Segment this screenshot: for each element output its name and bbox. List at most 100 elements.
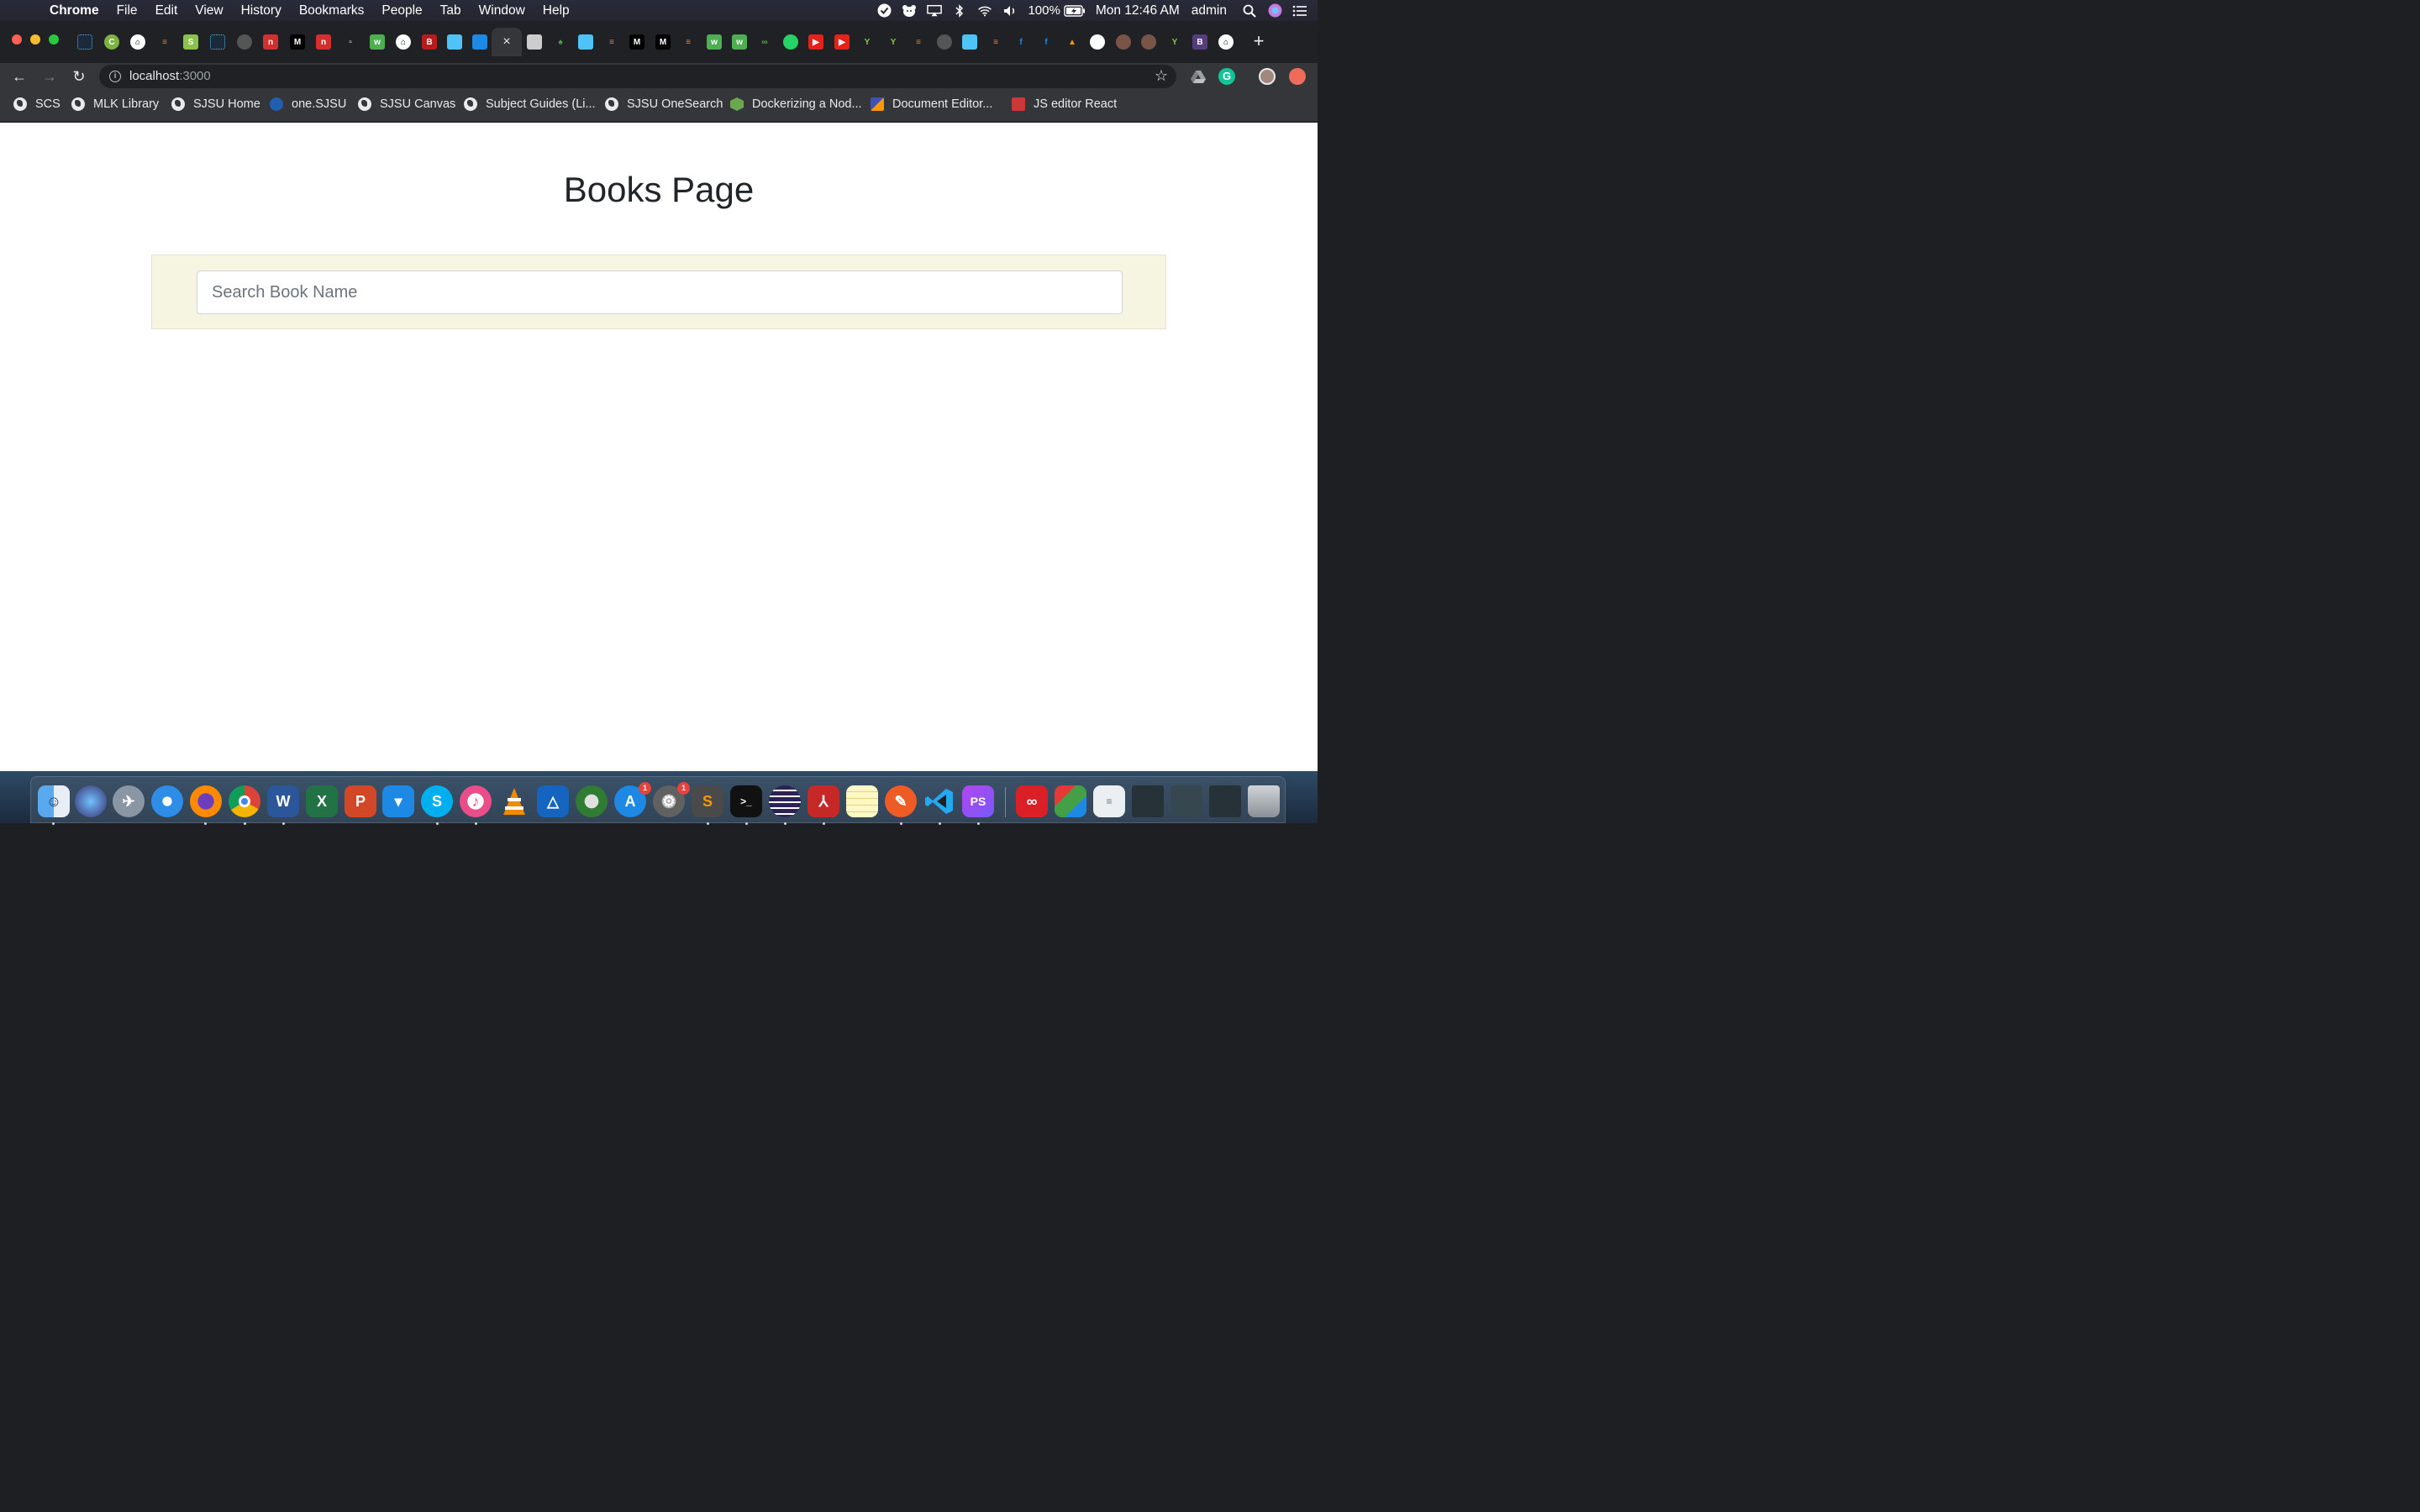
siri-icon[interactable]: [75, 785, 107, 817]
reload-icon[interactable]: ↻: [70, 67, 88, 86]
tab-favicon[interactable]: Y: [860, 34, 875, 50]
tab-favicon[interactable]: [1090, 34, 1105, 50]
menu-bookmarks[interactable]: Bookmarks: [299, 3, 365, 18]
tab-youtube-icon[interactable]: ▶: [834, 34, 850, 50]
system-preferences-icon[interactable]: ⚙ 1: [653, 782, 690, 817]
safari-icon[interactable]: [151, 785, 183, 817]
tab-favicon[interactable]: [962, 34, 977, 50]
notes-icon[interactable]: [846, 785, 878, 817]
window-close-button[interactable]: [12, 34, 22, 45]
tab-favicon[interactable]: w: [707, 34, 722, 50]
bookmark-star-icon[interactable]: ☆: [1155, 67, 1168, 85]
tab-medium-icon[interactable]: M: [290, 34, 305, 50]
tab-favicon[interactable]: n: [263, 34, 278, 50]
bookmark-item[interactable]: SJSU Canvas: [358, 97, 455, 111]
tab-favicon[interactable]: ▲: [1065, 34, 1080, 50]
extension-icon[interactable]: [1289, 68, 1306, 85]
powerpoint-icon[interactable]: P: [345, 785, 376, 817]
menu-tab[interactable]: Tab: [440, 3, 461, 18]
phpstorm-icon[interactable]: PS: [962, 785, 994, 817]
bookmark-item[interactable]: Dockerizing a Nod...: [730, 97, 862, 111]
tab-whatsapp-icon[interactable]: [783, 34, 798, 50]
firefox-icon[interactable]: [190, 785, 222, 817]
launchpad-icon[interactable]: ✈: [113, 785, 145, 817]
tab-github-icon[interactable]: ⌂: [130, 34, 145, 50]
document-file-icon[interactable]: ≡: [1093, 785, 1125, 817]
tab-favicon[interactable]: w: [732, 34, 747, 50]
tab-favicon[interactable]: ▫: [343, 34, 358, 50]
app-store-icon[interactable]: A1: [614, 782, 651, 817]
finder-icon[interactable]: ☺: [38, 785, 70, 817]
profile-avatar[interactable]: [1259, 68, 1276, 85]
bluetooth-icon[interactable]: [952, 3, 967, 18]
eclipse-icon[interactable]: [769, 785, 801, 817]
bookmark-item[interactable]: Document Editor...: [871, 97, 992, 111]
chrome-icon[interactable]: [229, 785, 260, 817]
menu-app-name[interactable]: Chrome: [50, 3, 99, 18]
notification-center-icon[interactable]: [1292, 4, 1307, 18]
tab-github-icon[interactable]: ⌂: [396, 34, 411, 50]
wifi-icon[interactable]: [977, 4, 992, 18]
postman-icon[interactable]: ✎: [885, 785, 917, 817]
tab-youtube-icon[interactable]: ▶: [808, 34, 823, 50]
tab-favicon[interactable]: [578, 34, 593, 50]
menu-view[interactable]: View: [195, 3, 223, 18]
google-drive-extension-icon[interactable]: [1190, 68, 1207, 85]
tab-favicon[interactable]: Y: [886, 34, 901, 50]
volume-icon[interactable]: [1002, 4, 1018, 18]
bookmark-item[interactable]: SJSU Home: [171, 97, 260, 111]
tab-favicon[interactable]: [1141, 34, 1156, 50]
window-thumbnail[interactable]: [1132, 785, 1164, 817]
siri-icon[interactable]: [1267, 3, 1282, 18]
creative-cloud-icon[interactable]: ∞: [1016, 785, 1048, 817]
tab-favicon[interactable]: C: [104, 34, 119, 50]
window-zoom-button[interactable]: [49, 34, 59, 45]
tab-stackoverflow-icon[interactable]: ≡: [988, 34, 1003, 50]
active-tab-close-icon[interactable]: ×: [492, 28, 522, 56]
trash-icon[interactable]: [1248, 785, 1280, 817]
itunes-icon[interactable]: ♪: [460, 785, 492, 817]
sublime-text-icon[interactable]: S: [692, 785, 723, 817]
tab-favicon[interactable]: S: [183, 34, 198, 50]
menu-window[interactable]: Window: [479, 3, 525, 18]
keynote-icon[interactable]: ▾: [382, 785, 414, 817]
bookmark-item[interactable]: SJSU OneSearch: [605, 97, 723, 111]
address-bar[interactable]: i localhost:3000 ☆: [99, 65, 1176, 88]
tab-stackoverflow-icon[interactable]: ≡: [681, 34, 696, 50]
menu-bar-clock[interactable]: Mon 12:46 AM: [1096, 3, 1180, 18]
tab-favicon[interactable]: [1116, 34, 1131, 50]
window-minimize-button[interactable]: [30, 34, 40, 45]
menu-edit[interactable]: Edit: [155, 3, 178, 18]
bear-status-icon[interactable]: [902, 4, 917, 18]
new-tab-plus-icon[interactable]: +: [1250, 32, 1267, 50]
forward-arrow-icon[interactable]: →: [40, 67, 59, 86]
book-search-input[interactable]: [197, 270, 1123, 314]
tab-favicon[interactable]: w: [370, 34, 385, 50]
address-url[interactable]: localhost:3000: [129, 69, 211, 83]
tab-favicon[interactable]: ∞: [757, 34, 772, 50]
back-arrow-icon[interactable]: ←: [10, 67, 29, 86]
network-app-icon[interactable]: [576, 785, 608, 817]
airplay-icon[interactable]: [927, 4, 943, 18]
menu-people[interactable]: People: [381, 3, 422, 18]
site-info-icon[interactable]: i: [109, 71, 121, 82]
tab-stackoverflow-icon[interactable]: ≡: [604, 34, 619, 50]
excel-icon[interactable]: X: [306, 785, 338, 817]
vlc-icon[interactable]: [498, 785, 530, 817]
battery-percentage[interactable]: 100%: [1028, 3, 1060, 18]
tab-favicon[interactable]: [77, 34, 92, 50]
tab-favicon[interactable]: B: [422, 34, 437, 50]
menu-bar-user[interactable]: admin: [1192, 3, 1227, 18]
bookmark-item[interactable]: Subject Guides (Li...: [464, 97, 596, 111]
tab-favicon[interactable]: n: [316, 34, 331, 50]
terminal-icon[interactable]: >_: [730, 785, 762, 817]
tab-favicon[interactable]: Y: [1167, 34, 1182, 50]
acrobat-icon[interactable]: ⅄: [808, 785, 839, 817]
bookmark-item[interactable]: JS editor React: [1012, 97, 1117, 111]
tab-stackoverflow-icon[interactable]: ≡: [157, 34, 172, 50]
vscode-icon[interactable]: [923, 785, 955, 817]
tab-favicon[interactable]: [527, 34, 542, 50]
tab-medium-icon[interactable]: M: [655, 34, 671, 50]
skype-icon[interactable]: S: [421, 785, 453, 817]
checkmark-status-icon[interactable]: [876, 3, 892, 18]
